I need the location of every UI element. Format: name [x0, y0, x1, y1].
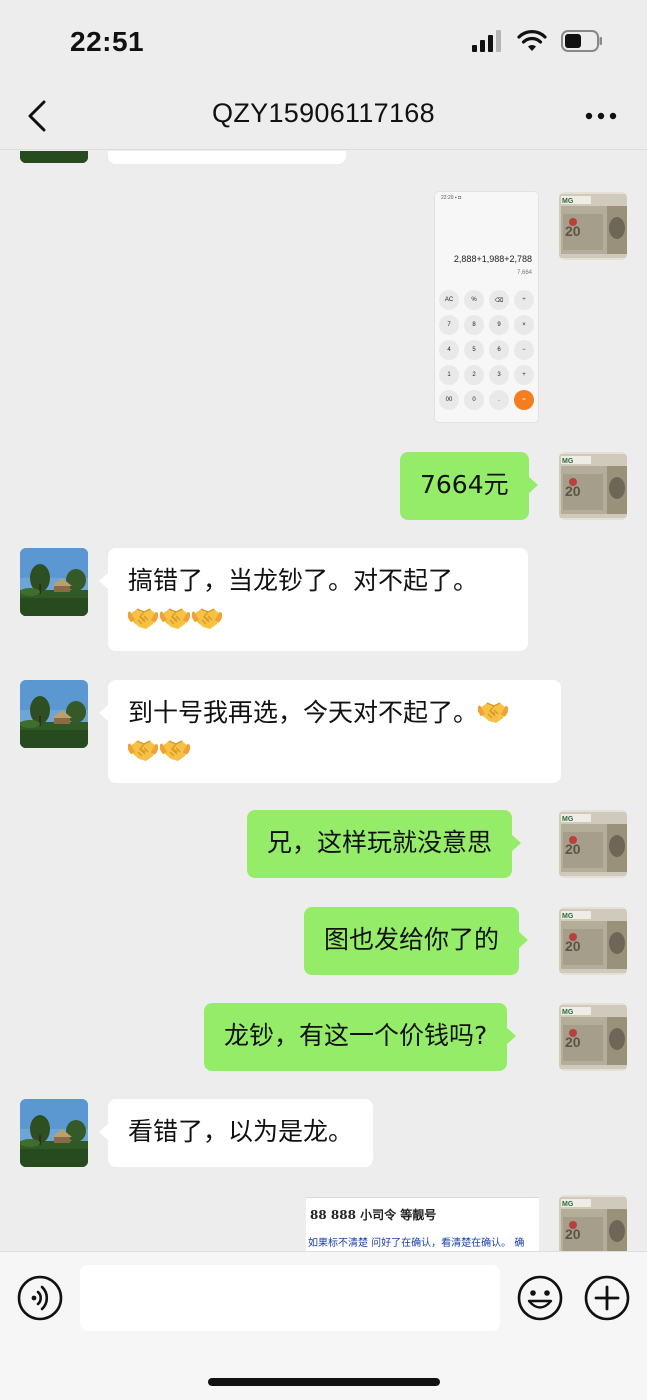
emoji-icon[interactable]: [516, 1274, 564, 1322]
my-avatar[interactable]: [559, 1003, 627, 1071]
calc-status: 22:20 ▪ ◘: [441, 195, 462, 201]
handshake-emoji-icon: [160, 737, 190, 763]
calculator-screenshot-image[interactable]: 22:20 ▪ ◘ 2,888+1,988+2,788 7,664 AC % ⌫…: [434, 191, 539, 423]
message-bubble-out[interactable]: 兄，这样玩就没意思: [247, 810, 522, 878]
calc-result: 7,664: [516, 270, 532, 276]
handshake-emoji-icon: [478, 699, 508, 725]
calc-key: +: [514, 365, 534, 385]
calc-key: 6: [489, 340, 509, 360]
calc-key: 4: [439, 340, 459, 360]
handshake-emoji-icon: [128, 737, 158, 763]
calc-key-equals: =: [514, 390, 534, 410]
calc-key: 2: [464, 365, 484, 385]
message-text: 搞错了，当龙钞了。对不起了。: [128, 566, 479, 595]
nav-bar: QZY15906117168: [0, 84, 647, 150]
contact-avatar[interactable]: [20, 151, 88, 163]
calc-key: 9: [489, 315, 509, 335]
calc-key: 3: [489, 365, 509, 385]
calc-key: 8: [464, 315, 484, 335]
message-bubble-in[interactable]: 看错了，以为是龙。: [98, 1099, 374, 1167]
calc-key: ×: [514, 315, 534, 335]
status-time: 22:51: [70, 26, 145, 57]
wifi-icon: [517, 30, 547, 51]
calc-key: AC: [439, 290, 459, 310]
calc-key: .: [489, 390, 509, 410]
calc-expression: 2,888+1,988+2,788: [453, 254, 532, 264]
contact-avatar[interactable]: [20, 1099, 88, 1167]
status-bar: 22:51: [0, 0, 647, 84]
calc-key: %: [464, 290, 484, 310]
handshake-emoji-icon: [160, 605, 190, 631]
my-avatar[interactable]: [559, 1195, 627, 1251]
contact-avatar[interactable]: [20, 680, 88, 748]
my-avatar[interactable]: [559, 452, 627, 520]
message-text: 到十号我再选，今天对不起了。: [128, 698, 479, 727]
calc-keypad: AC % ⌫ ÷ 7 8 9 × 4 5 6 − 1 2 3 + 00 0 . …: [439, 290, 536, 410]
message-bubble-out[interactable]: 龙钞，有这一个价钱吗?: [204, 1003, 517, 1071]
doc-line: 88 888 小司令 等靓号: [310, 1208, 437, 1222]
handshake-emoji-icon: [128, 605, 158, 631]
doc-line: 如果标不清楚 问好了在确认，看清楚在确认。 确: [308, 1238, 525, 1249]
my-avatar[interactable]: [559, 907, 627, 975]
message-bubble-in[interactable]: 到十号我再选，今天对不起了。: [99, 680, 561, 783]
calc-key: 00: [439, 390, 459, 410]
more-icon[interactable]: [583, 104, 619, 128]
contact-avatar[interactable]: [20, 548, 88, 616]
message-bubble-out[interactable]: 图也发给你了的: [304, 907, 529, 975]
my-avatar[interactable]: [559, 192, 627, 260]
chat-title: QZY15906117168: [212, 98, 435, 128]
voice-icon[interactable]: [16, 1274, 64, 1322]
chat-area[interactable]: 22:20 ▪ ◘ 2,888+1,988+2,788 7,664 AC % ⌫…: [0, 151, 647, 1251]
calc-key: −: [514, 340, 534, 360]
calc-key: 7: [439, 315, 459, 335]
message-bubble-partial[interactable]: [99, 151, 346, 164]
calc-key: ⌫: [489, 290, 509, 310]
calc-key: 5: [464, 340, 484, 360]
document-screenshot-image[interactable]: 88 888 小司令 等靓号 如果标不清楚 问好了在确认，看清楚在确认。 确: [306, 1197, 539, 1251]
battery-icon: [561, 30, 602, 52]
signal-icon: [472, 30, 501, 52]
calc-key: ÷: [514, 290, 534, 310]
my-avatar[interactable]: [559, 810, 627, 878]
plus-icon[interactable]: [583, 1274, 631, 1322]
calc-key: 1: [439, 365, 459, 385]
home-indicator: [208, 1378, 440, 1386]
status-icons: [471, 30, 603, 52]
message-bubble-in[interactable]: 搞错了，当龙钞了。对不起了。: [99, 548, 528, 651]
input-bar: [0, 1251, 647, 1400]
calc-key: 0: [464, 390, 484, 410]
message-input[interactable]: [80, 1265, 500, 1331]
message-bubble-out[interactable]: 7664元: [400, 452, 538, 520]
handshake-emoji-icon: [192, 605, 222, 631]
